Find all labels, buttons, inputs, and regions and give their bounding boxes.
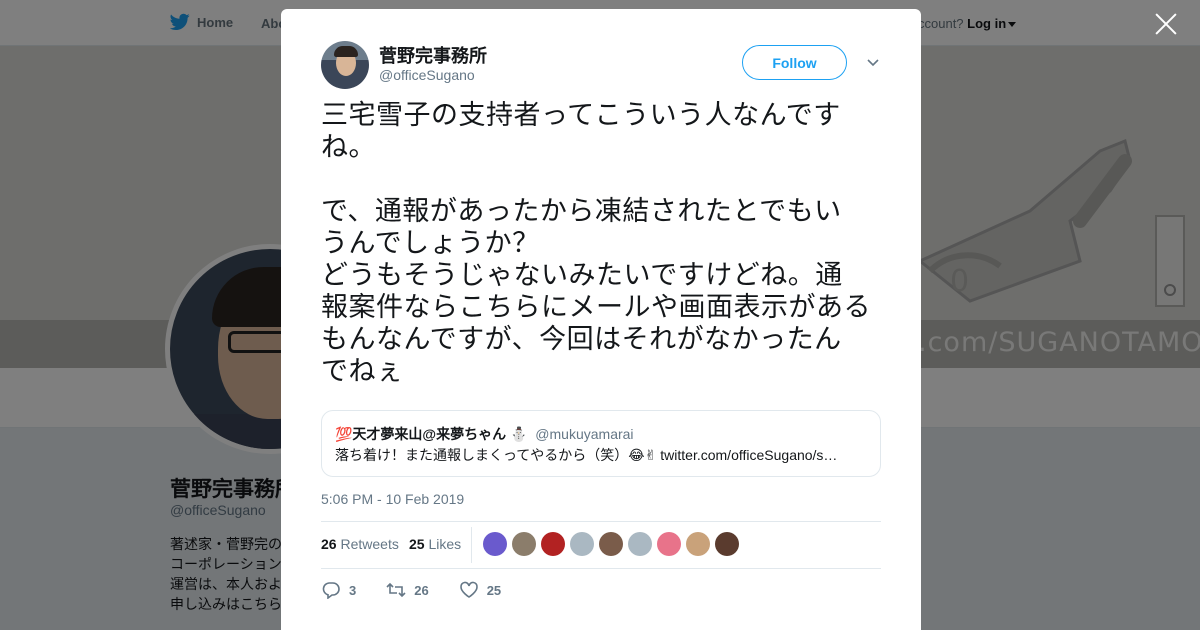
tweet-text: 三宅雪子の支持者ってこういう人なんです ね。 で、通報があったから凍結されたとで… — [321, 100, 871, 387]
liker-avatar[interactable] — [657, 532, 681, 556]
divider — [471, 527, 472, 563]
author-name[interactable]: 菅野完事務所 — [379, 42, 487, 68]
reply-button[interactable]: 3 — [321, 581, 356, 599]
avatar-hair — [334, 46, 358, 57]
liker-avatar[interactable] — [715, 532, 739, 556]
reply-icon — [322, 582, 340, 599]
quoted-tweet-header: 💯天才夢来山@来夢ちゃん ⛄ @mukuyamarai — [335, 424, 634, 444]
tweet-timestamp[interactable]: 5:06 PM - 10 Feb 2019 — [321, 491, 464, 507]
reply-count: 3 — [349, 582, 357, 598]
liker-avatar[interactable] — [570, 532, 594, 556]
likes-count: 25 — [409, 536, 425, 552]
follow-button[interactable]: Follow — [742, 45, 847, 80]
author-handle[interactable]: @officeSugano — [379, 67, 475, 83]
tweet-modal: 菅野完事務所 @officeSugano Follow 三宅雪子の支持者ってこう… — [281, 9, 921, 630]
likes-label: Likes — [428, 536, 462, 552]
retweets-stat[interactable]: 26 Retweets — [321, 536, 399, 552]
chevron-down-icon[interactable] — [867, 59, 879, 67]
liker-avatar[interactable] — [512, 532, 536, 556]
liker-avatar[interactable] — [599, 532, 623, 556]
retweets-label: Retweets — [340, 536, 399, 552]
quoted-author-handle: @mukuyamarai — [535, 426, 634, 442]
quoted-tweet-text: 落ち着け！また通報しまくってやるから（笑）😂✌ twitter.com/offi… — [335, 447, 838, 463]
retweet-count: 26 — [414, 582, 429, 598]
quoted-tweet[interactable]: 💯天才夢来山@来夢ちゃん ⛄ @mukuyamarai 落ち着け！また通報しまく… — [321, 410, 881, 477]
retweets-count: 26 — [321, 536, 337, 552]
liker-avatar[interactable] — [541, 532, 565, 556]
divider — [321, 568, 881, 569]
likes-stat[interactable]: 25 Likes — [409, 536, 461, 552]
heart-icon — [459, 581, 478, 598]
author-avatar[interactable] — [321, 41, 369, 89]
liker-avatar[interactable] — [483, 532, 507, 556]
tweet-actions: 3 26 25 — [321, 581, 531, 599]
retweet-button[interactable]: 26 — [386, 581, 429, 599]
like-button[interactable]: 25 — [459, 581, 501, 599]
liker-avatar[interactable] — [686, 532, 710, 556]
retweet-icon — [386, 582, 406, 598]
divider — [321, 521, 881, 522]
like-count: 25 — [486, 582, 502, 598]
liker-avatars — [483, 532, 739, 556]
close-icon[interactable] — [1154, 12, 1178, 36]
quoted-author-name: 💯天才夢来山@来夢ちゃん ⛄ — [335, 426, 528, 442]
liker-avatar[interactable] — [628, 532, 652, 556]
